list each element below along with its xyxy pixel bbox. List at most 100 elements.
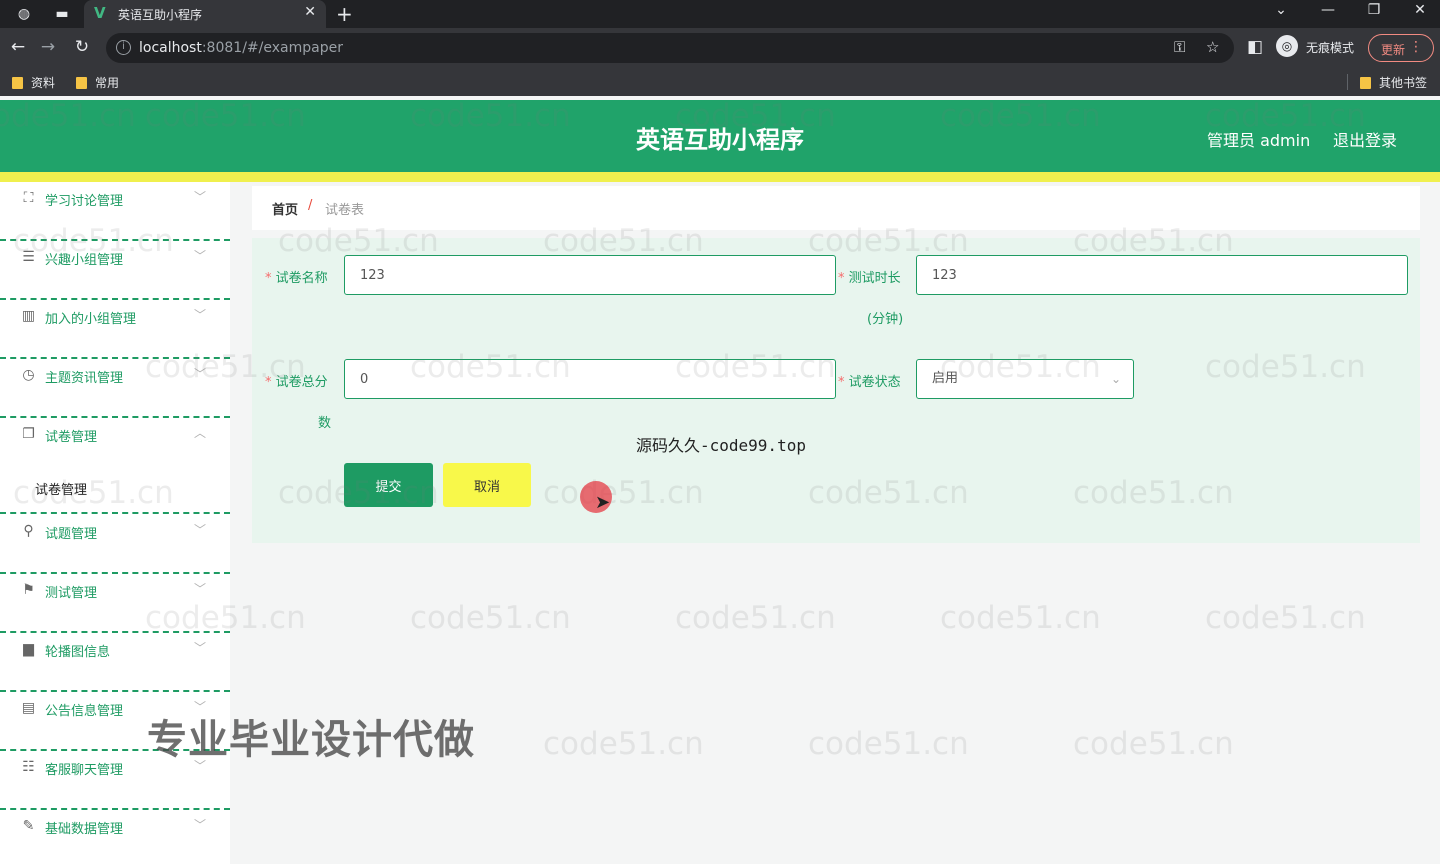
- status-select[interactable]: 启用 ⌄: [916, 359, 1134, 399]
- sidebar-item-label: 公告信息管理: [45, 704, 124, 719]
- close-tab-icon[interactable]: ✕: [304, 4, 316, 20]
- reload-icon[interactable]: ↻: [71, 37, 93, 57]
- side-panel-icon[interactable]: ◧: [1244, 37, 1266, 57]
- sidebar-item-label: 主题资讯管理: [45, 371, 124, 386]
- duration-label: * 测试时长: [838, 271, 901, 286]
- sidebar-item-label: 客服聊天管理: [45, 763, 124, 778]
- folder-icon: [76, 77, 87, 89]
- paper-name-label: * 试卷名称: [265, 271, 328, 286]
- browser-toolbar: ← → ↻ i localhost:8081/#/exampaper ⚿ ☆ ◧…: [0, 28, 1440, 68]
- expand-icon: ⛶: [23, 190, 34, 206]
- bookmark-star-icon[interactable]: ☆: [1206, 38, 1219, 56]
- watermark: code51.cn: [808, 726, 969, 762]
- sidebar-item-label: 试题管理: [45, 527, 98, 542]
- address-bar[interactable]: i localhost:8081/#/exampaper ⚿ ☆: [106, 33, 1234, 63]
- breadcrumb-separator: /: [308, 198, 313, 213]
- pin-icon: ⚲: [23, 523, 34, 539]
- sidebar-item-label: 测试管理: [45, 586, 98, 601]
- sidebar-item-test[interactable]: ⚑ 测试管理 ﹀: [0, 574, 230, 633]
- tab-list-icon[interactable]: ⌄: [1266, 2, 1296, 18]
- site-info-icon[interactable]: i: [116, 40, 131, 55]
- sidebar-subitem-label: 试卷管理: [35, 483, 88, 498]
- bookmark-folder-ziliao[interactable]: 资料: [12, 74, 55, 91]
- status-selected-value: 启用: [932, 371, 959, 386]
- browser-tab-bar: ◍ ▬ V 英语互助小程序 ✕ + ⌄ — ❐ ✕: [0, 0, 1440, 28]
- bookmarks-bar: 资料 常用 其他书签: [0, 68, 1440, 96]
- duration-input[interactable]: [916, 255, 1408, 295]
- more-icon[interactable]: ⋮: [1409, 39, 1423, 55]
- total-score-label: * 试卷总分: [265, 375, 328, 390]
- sidebar-item-label: 兴趣小组管理: [45, 253, 124, 268]
- watermark: code51.cn: [543, 726, 704, 762]
- sidebar-item-label: 轮播图信息: [45, 645, 111, 660]
- vue-icon: V: [94, 4, 106, 22]
- minimize-icon[interactable]: —: [1313, 2, 1343, 18]
- cancel-button[interactable]: 取消: [443, 463, 531, 507]
- window-close-icon[interactable]: ✕: [1405, 2, 1435, 18]
- edit-icon: ✎: [22, 818, 35, 834]
- forward-icon[interactable]: →: [37, 37, 59, 57]
- sidebar-item-label: 基础数据管理: [45, 822, 124, 837]
- update-button[interactable]: 更新 ⋮: [1368, 34, 1434, 62]
- submit-button[interactable]: 提交: [344, 463, 433, 507]
- status-label: * 试卷状态: [838, 375, 901, 390]
- browser-tab[interactable]: V 英语互助小程序 ✕: [84, 0, 326, 28]
- tab-title: 英语互助小程序: [118, 8, 203, 22]
- chevron-down-icon: ﹀: [194, 308, 207, 322]
- folder-icon: [1360, 77, 1371, 89]
- watermark: code51.cn: [1073, 726, 1234, 762]
- list-icon: ☰: [22, 249, 35, 265]
- incognito-icon: ◎: [1276, 35, 1298, 57]
- restore-icon[interactable]: ❐: [1359, 2, 1389, 18]
- sidebar-item-base-data[interactable]: ✎ 基础数据管理 ﹀: [0, 810, 230, 864]
- total-score-label-wrap: 数: [318, 416, 332, 431]
- breadcrumb-current: 试卷表: [325, 203, 365, 218]
- flag-icon: ⚑: [22, 582, 35, 598]
- sidebar-item-interest-group[interactable]: ☰ 兴趣小组管理 ﹀: [0, 241, 230, 300]
- sidebar-item-label: 学习讨论管理: [45, 194, 124, 209]
- notice-icon: ▤: [21, 700, 36, 716]
- bookmark-folder-changyong[interactable]: 常用: [76, 74, 119, 91]
- sidebar-item-topic-news[interactable]: ◷ 主题资讯管理 ﹀: [0, 359, 230, 418]
- back-icon[interactable]: ←: [7, 37, 29, 57]
- chevron-down-icon: ﹀: [194, 582, 207, 596]
- logout-link[interactable]: 退出登录: [1333, 127, 1397, 151]
- chevron-up-icon: ︿: [194, 426, 207, 440]
- tab-search-icon[interactable]: ▬: [52, 4, 72, 24]
- incognito-label: 无痕模式: [1306, 41, 1355, 55]
- sliders-icon: ☷: [22, 759, 35, 775]
- sidebar-item-carousel[interactable]: ▆ 轮播图信息 ﹀: [0, 633, 230, 692]
- watermark: code51.cn: [675, 600, 836, 636]
- chevron-down-icon: ﹀: [194, 249, 207, 263]
- sidebar-subitem-exam-paper[interactable]: 试卷管理: [0, 452, 230, 514]
- breadcrumb-home[interactable]: 首页: [272, 199, 298, 218]
- sidebar-item-study-discussion[interactable]: ⛶ 学习讨论管理 ﹀: [0, 182, 230, 241]
- folder-icon: [12, 77, 23, 89]
- clock-icon: ◷: [22, 367, 35, 383]
- chevron-down-icon: ﹀: [194, 523, 207, 537]
- sidebar-item-joined-group[interactable]: ▥ 加入的小组管理 ﹀: [0, 300, 230, 359]
- chevron-down-icon: ⌄: [1110, 372, 1121, 386]
- promo-watermark: 专业毕业设计代做: [147, 717, 475, 763]
- chevron-down-icon: ﹀: [194, 190, 207, 204]
- watermark: code51.cn: [410, 600, 571, 636]
- sidebar-item-label: 加入的小组管理: [45, 312, 137, 327]
- watermark: code51.cn: [940, 600, 1101, 636]
- paper-name-input[interactable]: [344, 255, 836, 295]
- update-label: 更新: [1381, 43, 1406, 57]
- sidebar-item-question[interactable]: ⚲ 试题管理 ﹀: [0, 515, 230, 574]
- other-bookmarks[interactable]: 其他书签: [1360, 74, 1427, 91]
- chevron-down-icon: ﹀: [194, 818, 207, 832]
- browser-menu-icon[interactable]: ◍: [14, 4, 34, 24]
- picture-icon: ▆: [23, 641, 34, 657]
- sidebar-item-label: 试卷管理: [45, 430, 98, 445]
- key-icon[interactable]: ⚿: [1174, 38, 1185, 56]
- bookmark-divider: [1347, 74, 1348, 90]
- new-tab-icon[interactable]: +: [336, 2, 353, 26]
- chevron-down-icon: ﹀: [194, 641, 207, 655]
- url-text[interactable]: localhost:8081/#/exampaper: [139, 40, 343, 56]
- total-score-input[interactable]: [344, 359, 836, 399]
- header-accent-strip: [0, 172, 1440, 182]
- library-icon: ▥: [21, 308, 36, 324]
- current-user: 管理员 admin: [1207, 131, 1311, 150]
